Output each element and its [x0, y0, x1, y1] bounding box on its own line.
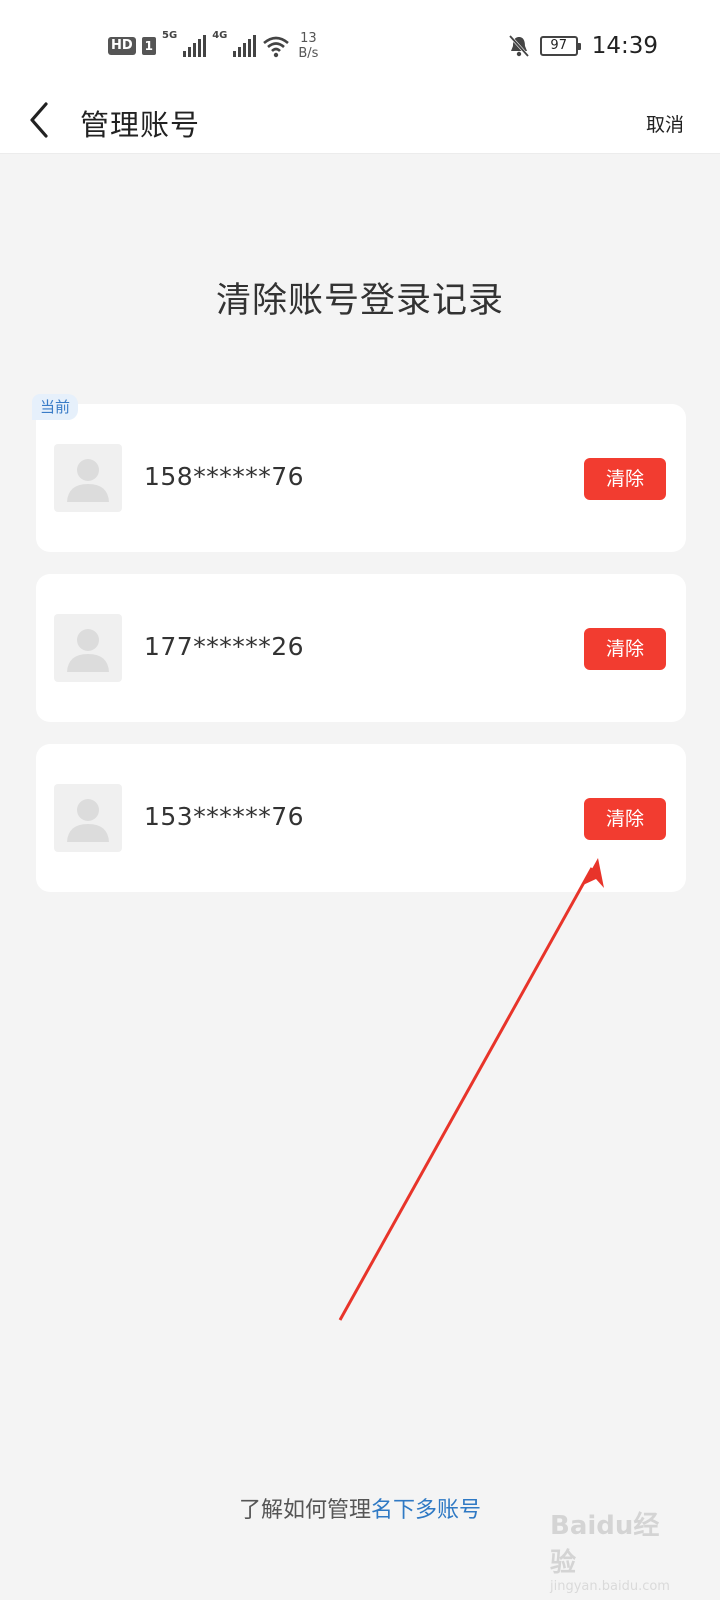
default-avatar-icon — [67, 629, 109, 672]
account-number: 153******76 — [144, 802, 305, 831]
account-card-current: 当前 158******76 清除 — [32, 394, 686, 552]
status-right: 97 14:39 — [508, 30, 658, 62]
nav-bar: 管理账号 取消 — [0, 90, 720, 154]
network-4g-label: 4G — [212, 30, 228, 41]
status-left: HD 1 5G 4G 13 B/s — [108, 28, 318, 64]
wifi-icon — [263, 36, 290, 58]
network-speed-unit: B/s — [298, 46, 319, 61]
watermark-logo: Baidu经验 — [550, 1511, 660, 1578]
avatar — [54, 444, 122, 512]
signal-icon — [183, 35, 207, 57]
back-arrow-icon[interactable] — [26, 98, 58, 142]
bell-muted-icon — [508, 34, 529, 58]
account-card: 153******76 清除 — [36, 744, 686, 892]
status-time: 14:39 — [591, 33, 658, 59]
avatar — [54, 614, 122, 682]
signal-icon-2 — [233, 35, 257, 57]
default-avatar-icon — [67, 799, 109, 842]
watermark-url: jingyan.baidu.com — [550, 1579, 670, 1594]
default-avatar-icon — [67, 459, 109, 502]
clear-button[interactable]: 清除 — [584, 628, 666, 670]
account-card: 177******26 清除 — [36, 574, 686, 722]
clear-button[interactable]: 清除 — [584, 458, 666, 500]
current-account-tag: 当前 — [32, 394, 79, 420]
clear-button[interactable]: 清除 — [584, 798, 666, 840]
multi-account-link[interactable]: 名下多账号 — [371, 1498, 481, 1523]
section-heading: 清除账号登录记录 — [215, 281, 504, 321]
account-number: 177******26 — [144, 632, 305, 661]
status-bar: HD 1 5G 4G 13 B/s 97 14:39 — [0, 0, 720, 90]
battery-icon: 97 — [539, 36, 581, 56]
footer-help-text: 了解如何管理 — [238, 1498, 371, 1523]
avatar — [54, 784, 122, 852]
network-speed-value: 13 — [300, 31, 317, 46]
hd-badge: HD — [108, 37, 136, 55]
account-number: 158******76 — [144, 462, 305, 491]
sim-badge: 1 — [141, 37, 157, 55]
network-speed: 13 B/s — [298, 31, 318, 61]
baidu-watermark: Baidu经验 jingyan.baidu.com — [550, 1505, 680, 1594]
network-5g-label: 5G — [162, 30, 178, 41]
cancel-button[interactable]: 取消 — [646, 110, 684, 137]
page-title: 管理账号 — [80, 108, 201, 142]
